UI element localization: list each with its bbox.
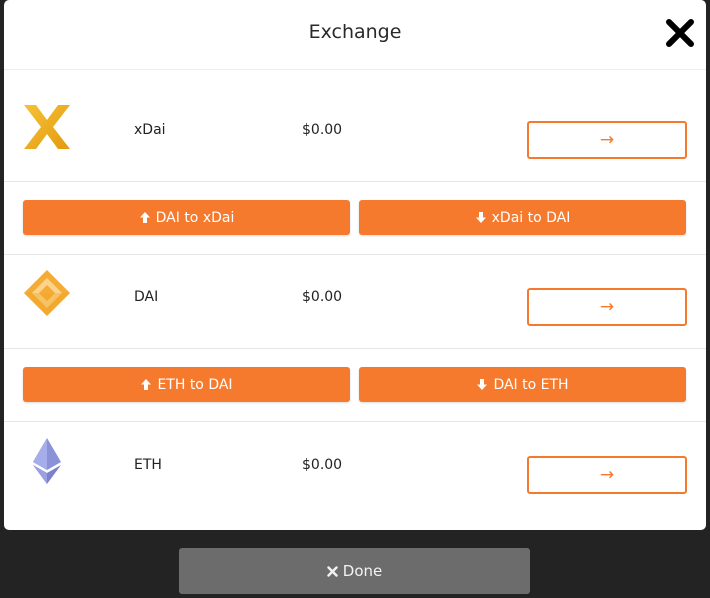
send-xdai-button[interactable]: → xyxy=(527,121,687,159)
bridge-label: DAI to xDai xyxy=(155,209,235,226)
xdai-to-dai-button[interactable]: xDai to DAI xyxy=(359,200,686,235)
exchange-modal: Exchange xDai $0.00 → DAI to xDai xDai t… xyxy=(4,0,706,530)
asset-row-dai: DAI $0.00 → xyxy=(4,238,706,348)
bridge-label: DAI to ETH xyxy=(493,376,569,393)
arrow-down-icon xyxy=(476,378,488,391)
dai-to-xdai-button[interactable]: DAI to xDai xyxy=(23,200,350,235)
eth-to-dai-button[interactable]: ETH to DAI xyxy=(23,367,350,402)
send-dai-button[interactable]: → xyxy=(527,288,687,326)
asset-row-eth: ETH $0.00 → xyxy=(4,406,706,516)
arrow-right-icon: → xyxy=(599,464,615,485)
asset-row-xdai: xDai $0.00 → xyxy=(4,71,706,181)
arrow-right-icon: → xyxy=(599,129,615,150)
asset-balance: $0.00 xyxy=(302,289,343,305)
arrow-down-icon xyxy=(475,211,487,224)
arrow-right-icon: → xyxy=(599,296,615,317)
asset-balance: $0.00 xyxy=(302,457,343,473)
arrow-up-icon xyxy=(140,378,152,391)
eth-logo-icon xyxy=(22,436,72,486)
dai-to-eth-button[interactable]: DAI to ETH xyxy=(359,367,686,402)
done-button[interactable]: Done xyxy=(179,548,530,594)
bridge-label: xDai to DAI xyxy=(491,209,571,226)
modal-title: Exchange xyxy=(308,21,402,43)
close-icon[interactable] xyxy=(664,17,696,49)
arrow-up-icon xyxy=(139,211,151,224)
done-label: Done xyxy=(342,562,383,580)
asset-name: xDai xyxy=(134,122,166,138)
xdai-logo-icon xyxy=(22,101,72,151)
asset-name: DAI xyxy=(134,289,159,305)
dai-logo-icon xyxy=(22,268,72,318)
modal-header: Exchange xyxy=(4,0,706,70)
bridge-label: ETH to DAI xyxy=(157,376,233,393)
send-eth-button[interactable]: → xyxy=(527,456,687,494)
close-icon xyxy=(327,565,338,577)
asset-name: ETH xyxy=(134,457,162,473)
asset-balance: $0.00 xyxy=(302,122,343,138)
